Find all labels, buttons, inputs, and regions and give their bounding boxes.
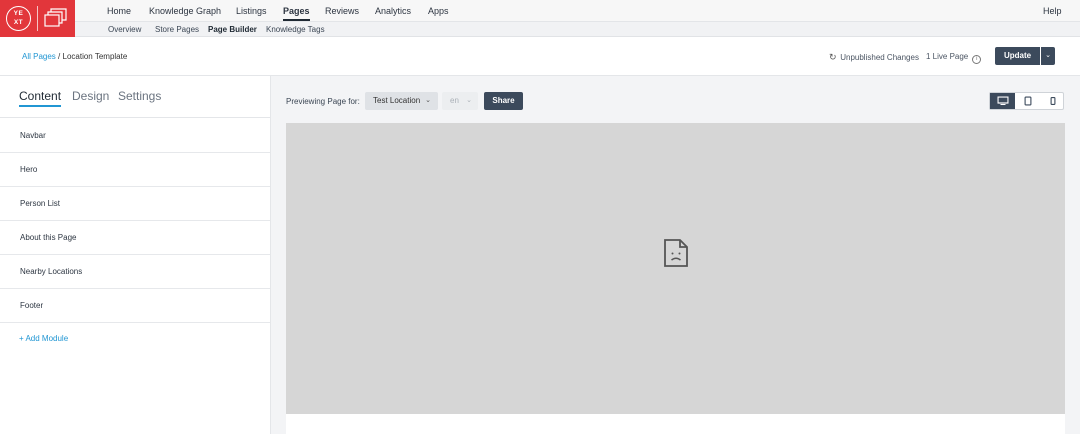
subnav-knowledge-tags[interactable]: Knowledge Tags xyxy=(266,25,325,34)
chevron-down-icon: ⌄ xyxy=(425,97,431,104)
module-label: Hero xyxy=(20,165,38,174)
subnav-overview[interactable]: Overview xyxy=(108,25,141,34)
update-dropdown-button[interactable]: ⌄ xyxy=(1041,47,1055,65)
tab-design[interactable]: Design xyxy=(72,89,109,103)
breadcrumb-separator: / xyxy=(58,52,61,61)
tablet-icon xyxy=(1024,96,1031,106)
live-pages-text: 1 Live Page xyxy=(926,52,969,61)
main-nav: Home Knowledge Graph Listings Pages Revi… xyxy=(75,0,1080,22)
nav-pages[interactable]: Pages xyxy=(283,6,310,21)
preview-canvas xyxy=(286,123,1065,414)
sub-nav: Overview Store Pages Page Builder Knowle… xyxy=(75,22,1080,37)
nav-reviews[interactable]: Reviews xyxy=(325,6,359,16)
logo-divider xyxy=(37,6,38,31)
tablet-view-button[interactable] xyxy=(1015,93,1040,109)
language-select[interactable]: en ⌄ xyxy=(442,92,478,110)
module-label: Nearby Locations xyxy=(20,267,83,276)
sync-icon: ↻ xyxy=(829,52,837,62)
preview-canvas-footer xyxy=(286,414,1065,434)
mobile-view-button[interactable] xyxy=(1040,93,1065,109)
nav-home[interactable]: Home xyxy=(107,6,131,16)
device-toggle xyxy=(989,92,1064,110)
subnav-store-pages[interactable]: Store Pages xyxy=(155,25,199,34)
module-label: Footer xyxy=(20,301,44,310)
nav-apps[interactable]: Apps xyxy=(428,6,449,16)
nav-knowledge-graph[interactable]: Knowledge Graph xyxy=(149,6,221,16)
previewing-label: Previewing Page for: xyxy=(286,97,360,106)
status-text: Unpublished Changes xyxy=(840,53,919,62)
nav-help[interactable]: Help xyxy=(1043,6,1062,16)
chevron-down-icon: ⌄ xyxy=(466,97,472,104)
preview-panel: Previewing Page for: Test Location ⌄ en … xyxy=(271,76,1080,434)
module-footer[interactable]: Footer xyxy=(0,289,270,323)
add-module-link[interactable]: + Add Module xyxy=(19,334,68,343)
breadcrumb: All Pages / Location Template xyxy=(22,52,127,61)
module-label: About this Page xyxy=(20,233,77,242)
tab-content[interactable]: Content xyxy=(19,89,62,107)
language-select-value: en xyxy=(450,96,459,105)
yext-logo-mark: YE XT xyxy=(6,6,31,31)
info-icon[interactable]: i xyxy=(972,55,982,64)
nav-listings[interactable]: Listings xyxy=(236,6,267,16)
module-hero[interactable]: Hero xyxy=(0,153,270,187)
tab-settings[interactable]: Settings xyxy=(118,89,161,103)
module-nearby-locations[interactable]: Nearby Locations xyxy=(0,255,270,289)
broken-document-icon xyxy=(664,239,688,267)
unpublished-status: ↻ Unpublished Changes xyxy=(829,52,919,63)
page-header: All Pages / Location Template ↻ Unpublis… xyxy=(0,37,1080,76)
live-pages-count: 1 Live Page i xyxy=(926,52,982,64)
module-person-list[interactable]: Person List xyxy=(0,187,270,221)
share-button[interactable]: Share xyxy=(484,92,523,110)
mobile-icon xyxy=(1050,97,1055,105)
module-label: Person List xyxy=(20,199,61,208)
sidebar: Content Design Settings Navbar Hero Pers… xyxy=(0,76,271,434)
yext-logo[interactable]: YE XT xyxy=(0,0,75,37)
top-bar: YE XT Home Knowledge Graph Listings Pages… xyxy=(0,0,1080,37)
update-button[interactable]: Update xyxy=(995,47,1040,65)
desktop-icon xyxy=(997,96,1008,105)
subnav-page-builder[interactable]: Page Builder xyxy=(208,25,257,34)
module-about-this-page[interactable]: About this Page xyxy=(0,221,270,255)
nav-analytics[interactable]: Analytics xyxy=(375,6,411,16)
chevron-down-icon: ⌄ xyxy=(1045,52,1051,59)
location-select[interactable]: Test Location ⌄ xyxy=(365,92,438,110)
desktop-view-button[interactable] xyxy=(990,93,1015,109)
breadcrumb-current: Location Template xyxy=(62,52,128,61)
location-select-value: Test Location xyxy=(373,96,421,105)
breadcrumb-all-pages[interactable]: All Pages xyxy=(22,52,56,61)
pages-product-icon xyxy=(44,8,68,28)
module-navbar[interactable]: Navbar xyxy=(0,119,270,153)
sidebar-tabs: Content Design Settings xyxy=(0,76,270,118)
module-label: Navbar xyxy=(20,131,46,140)
